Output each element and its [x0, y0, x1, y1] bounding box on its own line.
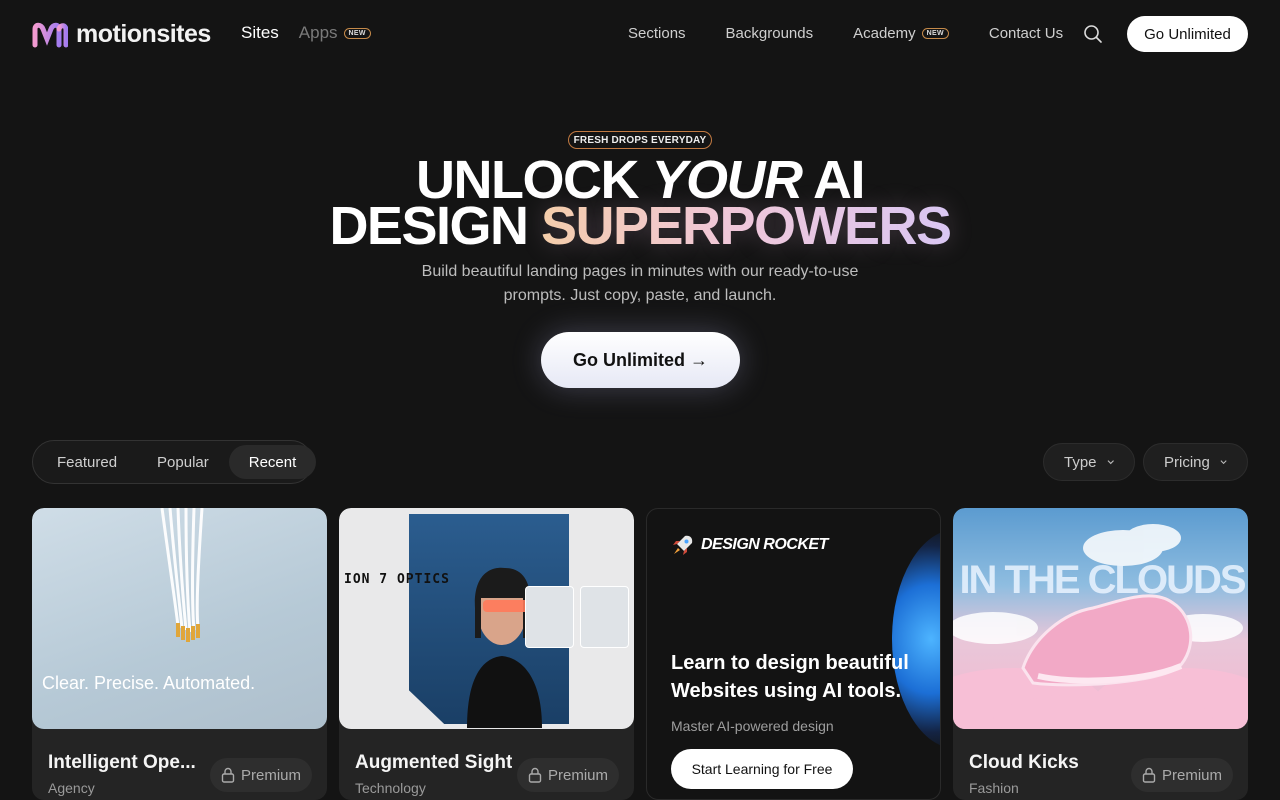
design-rocket-brand: DESIGN ROCKET	[701, 536, 828, 553]
nav-apps[interactable]: Apps NEW	[299, 23, 371, 43]
tab-popular[interactable]: Popular	[137, 445, 229, 479]
card-category: Fashion	[969, 780, 1019, 796]
card-category: Agency	[48, 780, 95, 796]
premium-badge[interactable]: Premium	[1131, 758, 1233, 792]
premium-badge[interactable]: Premium	[517, 758, 619, 792]
nav-contact[interactable]: Contact Us	[989, 25, 1063, 42]
tab-featured[interactable]: Featured	[37, 445, 137, 479]
clouds-sneaker-illustration	[953, 524, 1248, 729]
new-badge: NEW	[921, 28, 949, 39]
design-rocket-promo-card[interactable]: DESIGN ROCKET Learn to design beautiful …	[646, 508, 941, 800]
nav-academy[interactable]: Academy NEW	[853, 25, 949, 42]
premium-label: Premium	[547, 766, 608, 784]
chevron-down-icon	[1220, 460, 1227, 465]
site-card[interactable]: ION 7 OPTICS Augmented Sight Technology …	[339, 508, 634, 800]
rocket-icon	[673, 535, 693, 555]
design-rocket-logo: DESIGN ROCKET	[671, 533, 828, 557]
logo[interactable]: motionsites	[32, 20, 211, 49]
lock-icon	[221, 767, 235, 783]
pricing-dropdown[interactable]: Pricing	[1143, 443, 1248, 481]
top-nav: motionsites Sites Apps NEW Sections Back…	[0, 0, 1280, 68]
site-card[interactable]: Clear. Precise. Automated. Intelligent O…	[32, 508, 327, 800]
lock-icon	[1142, 767, 1156, 783]
sort-tabs: Featured Popular Recent	[32, 440, 317, 484]
blue-glow	[892, 529, 940, 749]
card-title: Cloud Kicks	[969, 752, 1079, 773]
hero-cta-button[interactable]: Go Unlimited →	[541, 332, 740, 388]
logo-mark-icon	[32, 22, 68, 47]
premium-badge[interactable]: Premium	[210, 758, 312, 792]
lock-icon	[528, 767, 542, 783]
hero-title-line2: DESIGN SUPERPOWERS	[0, 199, 1280, 253]
card-category: Technology	[355, 780, 426, 796]
type-dropdown-label: Type	[1064, 453, 1097, 471]
hero-word-superpowers: SUPERPOWERS	[540, 196, 952, 256]
nav-sections[interactable]: Sections	[628, 25, 686, 42]
nav-sites[interactable]: Sites	[241, 23, 279, 43]
fresh-drops-badge: FRESH DROPS EVERYDAY	[568, 131, 712, 149]
tab-recent[interactable]: Recent	[228, 445, 317, 479]
hero-subtitle: Build beautiful landing pages in minutes…	[421, 263, 859, 304]
card-thumbnail[interactable]: IN THE CLOUDS	[953, 508, 1248, 729]
pricing-dropdown-label: Pricing	[1164, 453, 1210, 471]
premium-label: Premium	[1161, 766, 1222, 784]
start-learning-button[interactable]: Start Learning for Free	[671, 749, 853, 789]
thumb-headline: IN THE CLOUDS	[959, 558, 1246, 602]
hero-word: DESIGN	[329, 196, 541, 256]
thumb-mini-card	[525, 586, 574, 648]
thumb-headline: ION 7 OPTICS	[344, 572, 450, 587]
brand-name: motionsites	[76, 20, 211, 48]
card-title: Intelligent Ope...	[48, 752, 196, 773]
cable-illustration	[160, 508, 204, 642]
site-card[interactable]: IN THE CLOUDS Cloud Kicks Fashion Premiu…	[953, 508, 1248, 800]
nav-apps-label: Apps	[298, 23, 338, 42]
go-unlimited-button[interactable]: Go Unlimited	[1127, 16, 1248, 52]
chevron-down-icon	[1107, 460, 1114, 465]
thumb-headline: Clear. Precise. Automated.	[42, 673, 256, 693]
card-thumbnail[interactable]: ION 7 OPTICS	[339, 508, 634, 729]
promo-heading: Learn to design beautiful Websites using…	[671, 652, 909, 702]
thumb-mini-card	[580, 586, 629, 648]
search-icon[interactable]	[1083, 24, 1103, 44]
card-title: Augmented Sight	[355, 752, 513, 773]
nav-academy-label: Academy	[853, 25, 916, 42]
premium-label: Premium	[240, 766, 301, 784]
nav-backgrounds[interactable]: Backgrounds	[726, 25, 814, 42]
promo-subtitle: Master AI-powered design	[671, 718, 834, 734]
new-badge: NEW	[343, 27, 371, 39]
card-thumbnail[interactable]: Clear. Precise. Automated.	[32, 508, 327, 729]
type-dropdown[interactable]: Type	[1043, 443, 1135, 481]
